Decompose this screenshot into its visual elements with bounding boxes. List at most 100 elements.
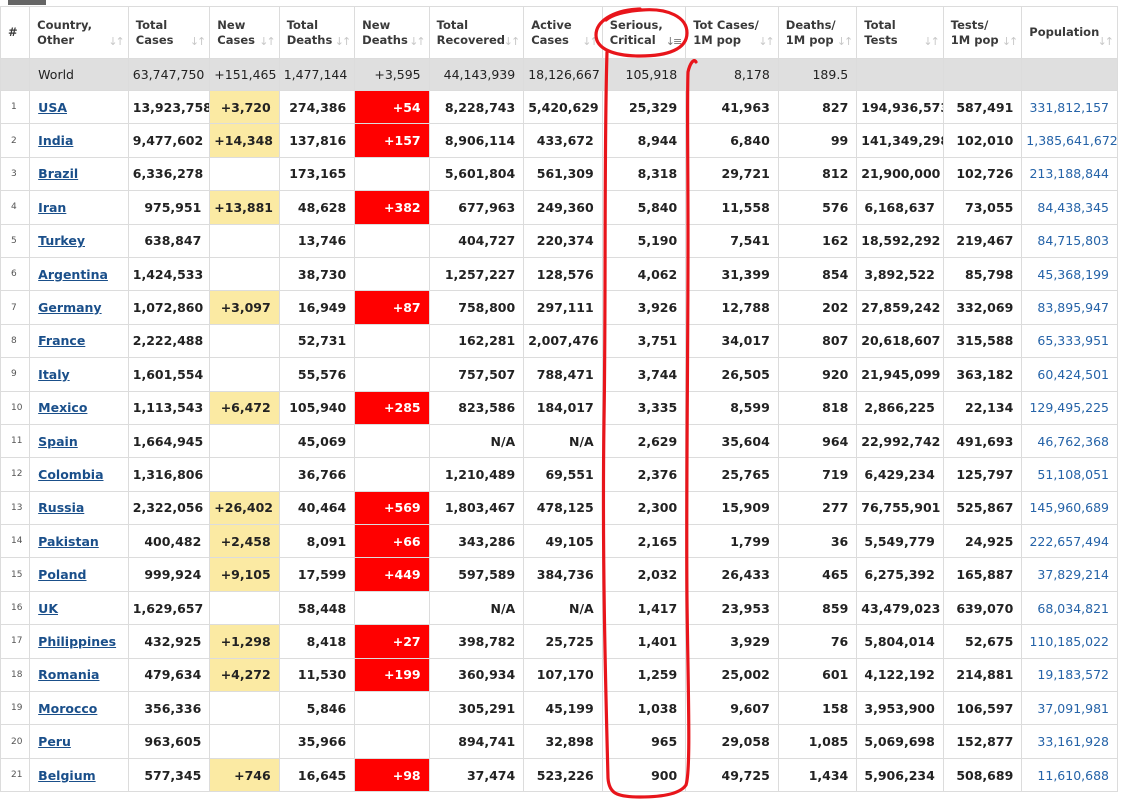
- cell-country: Mexico: [29, 390, 129, 425]
- country-link[interactable]: France: [38, 333, 85, 348]
- country-link[interactable]: Romania: [38, 667, 99, 682]
- cell-active-cases: 2,007,476: [523, 323, 603, 359]
- column-header-label: #: [8, 25, 18, 39]
- country-link[interactable]: Spain: [38, 434, 78, 449]
- table-row: 10 Mexico 1,113,543 +6,472 105,940 +285 823,58…: [0, 390, 1118, 425]
- cell-tests-per-1m: 587,491: [942, 89, 1023, 125]
- country-link[interactable]: Morocco: [38, 701, 97, 716]
- cell-new-deaths: +54: [354, 89, 430, 125]
- sort-arrows-icon[interactable]: ↓↑: [923, 34, 940, 49]
- cell-tests-per-1m: 102,010: [942, 123, 1023, 158]
- sort-arrows-icon[interactable]: ↓↑: [1098, 34, 1115, 49]
- cell-idx: 16: [0, 590, 31, 626]
- cell-tests-per-1m: 125,797: [942, 457, 1023, 492]
- country-link[interactable]: Pakistan: [38, 534, 99, 549]
- country-link[interactable]: Russia: [38, 500, 84, 515]
- column-header-total-tests[interactable]: Total Tests ↓↑: [856, 6, 944, 59]
- column-header-idx[interactable]: #: [0, 6, 31, 59]
- column-header-new-cases[interactable]: New Cases ↓↑: [209, 6, 280, 59]
- country-link[interactable]: Colombia: [38, 467, 103, 482]
- cell-country: Morocco: [29, 691, 129, 726]
- cell-total-deaths: 13,746: [278, 223, 356, 258]
- column-header-total-recovered[interactable]: Total Recovered ↓↑: [428, 6, 525, 59]
- cell-active-cases: 32,898: [523, 724, 603, 759]
- cell-total-recovered: 597,589: [428, 557, 525, 592]
- cell-idx: 20: [0, 724, 31, 759]
- country-link[interactable]: Iran: [38, 200, 66, 215]
- column-header-active-cases[interactable]: Active Cases ↓↑: [523, 6, 603, 59]
- cell-cases-per-1m: 25,765: [685, 457, 779, 492]
- cell-total-cases: 9,477,602: [127, 123, 211, 158]
- country-link[interactable]: Germany: [38, 300, 101, 315]
- country-link[interactable]: Turkey: [38, 233, 85, 248]
- country-link[interactable]: Brazil: [38, 166, 78, 181]
- cell-cases-per-1m: 25,002: [685, 657, 779, 693]
- column-header-deaths-per-1m[interactable]: Deaths/ 1M pop ↓↑: [777, 6, 858, 59]
- sort-arrows-icon[interactable]: ↓↑: [108, 34, 125, 49]
- cell-total-recovered: 1,803,467: [428, 490, 525, 526]
- cell-total-cases: 975,951: [127, 190, 211, 225]
- cell-total-cases: 63,747,750: [127, 58, 211, 91]
- column-header-total-deaths[interactable]: Total Deaths ↓↑: [278, 6, 356, 59]
- cell-idx: 6: [0, 256, 31, 292]
- country-link[interactable]: India: [38, 133, 73, 148]
- cell-deaths-per-1m: 465: [777, 557, 858, 592]
- cell-country: France: [29, 323, 129, 359]
- cell-total-tests: [856, 58, 944, 91]
- sort-arrows-icon[interactable]: ↓↑: [837, 34, 854, 49]
- column-header-tests-per-1m[interactable]: Tests/ 1M pop ↓↑: [942, 6, 1023, 59]
- cell-total-deaths: 8,418: [278, 624, 356, 659]
- cell-country: India: [29, 123, 129, 158]
- country-link[interactable]: USA: [38, 100, 67, 115]
- country-link[interactable]: Peru: [38, 734, 71, 749]
- cell-total-cases: 999,924: [127, 557, 211, 592]
- cell-serious-critical: 3,335: [601, 390, 687, 425]
- column-header-serious-critical[interactable]: Serious, Critical ↓≡: [601, 6, 687, 59]
- cell-deaths-per-1m: 1,434: [777, 757, 858, 793]
- table-row: 4 Iran 975,951 +13,881 48,628 +382 677,963 249,…: [0, 190, 1118, 225]
- cell-population: 331,812,157: [1021, 89, 1118, 125]
- column-header-population[interactable]: Population ↓↑: [1021, 6, 1118, 59]
- cell-country: Poland: [29, 557, 129, 592]
- cell-total-cases: 963,605: [127, 724, 211, 759]
- cell-tests-per-1m: 214,881: [942, 657, 1023, 693]
- cell-cases-per-1m: 9,607: [685, 691, 779, 726]
- table-row: 6 Argentina 1,424,533 38,730 1,257,227 128,57…: [0, 256, 1118, 292]
- column-header-country[interactable]: Country, Other ↓↑: [29, 6, 129, 59]
- sort-arrows-icon[interactable]: ↓↑: [582, 34, 599, 49]
- cell-new-deaths: +87: [354, 290, 430, 325]
- cell-country: Russia: [29, 490, 129, 526]
- sort-arrows-icon[interactable]: ↓↑: [259, 34, 276, 49]
- cell-cases-per-1m: 3,929: [685, 624, 779, 659]
- cell-idx: 1: [0, 89, 31, 125]
- sort-arrows-icon[interactable]: ↓↑: [335, 34, 352, 49]
- cell-deaths-per-1m: 202: [777, 290, 858, 325]
- cell-tests-per-1m: 525,867: [942, 490, 1023, 526]
- sort-arrows-icon[interactable]: ↓↑: [504, 34, 521, 49]
- table-row: 11 Spain 1,664,945 45,069 N/A N/A 2,629 35,604 9…: [0, 423, 1118, 459]
- country-link[interactable]: Poland: [38, 567, 86, 582]
- cell-tests-per-1m: 491,693: [942, 423, 1023, 459]
- country-link[interactable]: Belgium: [38, 768, 95, 783]
- country-link[interactable]: UK: [38, 601, 58, 616]
- cell-new-cases: [209, 256, 280, 292]
- cell-idx: 12: [0, 457, 31, 492]
- sort-arrows-icon[interactable]: ↓↑: [758, 34, 775, 49]
- column-header-cases-per-1m[interactable]: Tot Cases/ 1M pop ↓↑: [685, 6, 779, 59]
- column-header-total-cases[interactable]: Total Cases ↓↑: [127, 6, 211, 59]
- country-link[interactable]: Argentina: [38, 267, 108, 282]
- cell-total-cases: 638,847: [127, 223, 211, 258]
- cell-new-deaths: +285: [354, 390, 430, 425]
- country-link[interactable]: Philippines: [38, 634, 116, 649]
- country-link[interactable]: Mexico: [38, 400, 87, 415]
- cell-total-recovered: 343,286: [428, 524, 525, 559]
- sort-arrows-icon[interactable]: ↓↑: [1002, 34, 1019, 49]
- cell-deaths-per-1m: 601: [777, 657, 858, 693]
- sort-arrows-icon[interactable]: ↓↑: [409, 34, 426, 49]
- country-link[interactable]: Italy: [38, 367, 70, 382]
- cell-total-recovered: 305,291: [428, 691, 525, 726]
- cell-deaths-per-1m: 277: [777, 490, 858, 526]
- sort-arrows-icon[interactable]: ↓↑: [190, 34, 207, 49]
- column-header-new-deaths[interactable]: New Deaths ↓↑: [354, 6, 430, 59]
- sort-descending-icon[interactable]: ↓≡: [666, 34, 683, 49]
